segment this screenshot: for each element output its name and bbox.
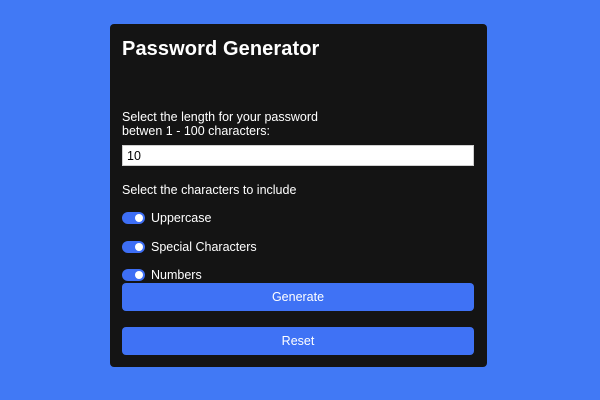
- uppercase-toggle[interactable]: [122, 212, 145, 224]
- option-uppercase: Uppercase: [122, 210, 211, 226]
- reset-button[interactable]: Reset: [122, 327, 474, 355]
- page-title: Password Generator: [122, 38, 320, 60]
- length-input[interactable]: [122, 145, 474, 166]
- toggle-knob: [135, 214, 143, 222]
- toggle-knob: [135, 271, 143, 279]
- generate-button[interactable]: Generate: [122, 283, 474, 311]
- special-characters-label: Special Characters: [151, 240, 257, 254]
- option-numbers: Numbers: [122, 267, 202, 283]
- characters-label: Select the characters to include: [122, 183, 297, 197]
- toggle-knob: [135, 243, 143, 251]
- option-special-characters: Special Characters: [122, 239, 257, 255]
- length-label: Select the length for your password betw…: [122, 110, 462, 138]
- numbers-toggle[interactable]: [122, 269, 145, 281]
- password-generator-card: Password Generator Select the length for…: [110, 24, 487, 367]
- special-characters-toggle[interactable]: [122, 241, 145, 253]
- uppercase-label: Uppercase: [151, 211, 212, 225]
- numbers-label: Numbers: [151, 268, 202, 282]
- length-label-line1: Select the length for your password: [122, 110, 318, 124]
- length-label-line2: betwen 1 - 100 characters:: [122, 124, 270, 138]
